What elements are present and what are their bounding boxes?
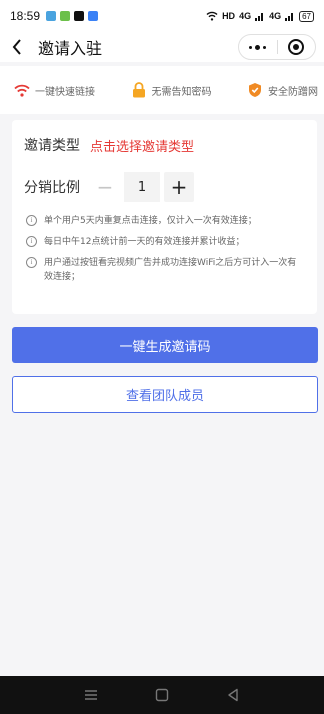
status-time: 18:59 (10, 9, 41, 23)
status-left: 18:59 (10, 9, 99, 23)
distribution-ratio-label: 分销比例 (24, 180, 80, 196)
app-icon (88, 11, 99, 21)
feature-label: 无需告知密码 (151, 86, 212, 98)
generate-invite-code-button[interactable]: 一键生成邀请码 (12, 327, 318, 363)
feature-label: 安全防蹭网 (268, 86, 318, 98)
note-text: 单个用户5天内重复点击连接，仅计入一次有效连接； (44, 216, 257, 226)
home-square-icon[interactable] (152, 685, 172, 705)
note-item: i 每日中午12点统计前一天的有效连接并累计收益； (24, 235, 305, 249)
invite-type-select[interactable]: 点击选择邀请类型 (90, 136, 194, 155)
network-hd-text: HD (222, 11, 236, 21)
signal-text-1: 4G (239, 11, 252, 21)
feature-label: 一键快速链接 (35, 86, 95, 98)
signal-icon (255, 13, 264, 21)
feature-anti-leech: 安全防蹭网 (247, 82, 318, 98)
menu-icon[interactable] (81, 685, 101, 705)
signal-icon (285, 13, 294, 21)
nav-bar: 邀请入驻 (0, 32, 324, 62)
close-button[interactable] (278, 35, 316, 59)
system-nav-bar (0, 676, 324, 714)
app-icon (46, 11, 57, 21)
battery-icon: 67 (299, 10, 314, 22)
mini-program-capsule (238, 34, 316, 60)
distribution-ratio-row: 分销比例 − 1 + (24, 172, 305, 202)
status-bar: 18:59 HD 4G 4G 67 (0, 0, 324, 32)
note-item: i 单个用户5天内重复点击连接，仅计入一次有效连接； (24, 214, 305, 228)
app-icon (60, 11, 71, 21)
invite-type-label: 邀请类型 (24, 138, 80, 154)
invite-form-card: 邀请类型 点击选择邀请类型 分销比例 − 1 + i 单个用户5天内重复点击连接… (12, 120, 317, 314)
ratio-stepper: − 1 + (90, 172, 194, 202)
shield-icon (247, 82, 263, 98)
more-button[interactable] (239, 35, 277, 59)
lock-icon (131, 82, 147, 98)
feature-strip: 一键快速链接 无需告知密码 安全防蹭网 (0, 66, 324, 114)
page-title: 邀请入驻 (38, 39, 103, 58)
info-icon: i (26, 215, 37, 226)
info-icon: i (26, 236, 37, 247)
tiktok-icon (74, 11, 85, 21)
back-triangle-icon[interactable] (223, 685, 243, 705)
rules-notes: i 单个用户5天内重复点击连接，仅计入一次有效连接； i 每日中午12点统计前一… (24, 214, 305, 284)
feature-quick-link: 一键快速链接 (14, 82, 95, 98)
ratio-value[interactable]: 1 (124, 172, 160, 202)
back-arrow-icon[interactable] (8, 35, 26, 59)
note-item: i 用户通过按钮看完视频广告并成功连接WiFi之后方可计入一次有效连接； (24, 256, 305, 284)
info-icon: i (26, 257, 37, 268)
close-target-icon (288, 39, 305, 55)
wifi-icon (14, 82, 30, 98)
note-text: 用户通过按钮看完视频广告并成功连接WiFi之后方可计入一次有效连接； (44, 258, 297, 282)
decrement-button[interactable]: − (90, 172, 120, 202)
status-right: HD 4G 4G 67 (206, 10, 314, 22)
invite-type-row: 邀请类型 点击选择邀请类型 (24, 134, 305, 156)
feature-no-password: 无需告知密码 (131, 82, 212, 98)
signal-text-2: 4G (269, 11, 282, 21)
view-team-members-button[interactable]: 查看团队成员 (12, 376, 318, 413)
wifi-icon (206, 11, 218, 21)
more-dots-icon (249, 44, 267, 50)
increment-button[interactable]: + (164, 172, 194, 202)
note-text: 每日中午12点统计前一天的有效连接并累计收益； (44, 237, 245, 247)
